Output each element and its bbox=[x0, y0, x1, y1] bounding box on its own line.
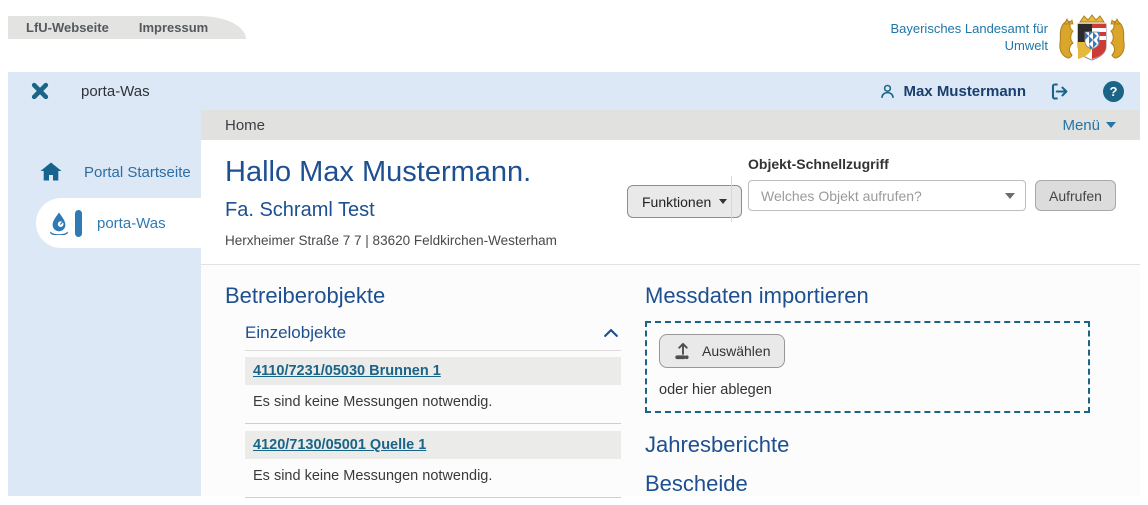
sidebar: Portal Startseite porta-Was bbox=[8, 110, 201, 496]
upload-icon bbox=[673, 341, 693, 361]
agency-name: Bayerisches Landesamt für Umwelt bbox=[890, 21, 1048, 55]
vertical-divider bbox=[731, 176, 732, 222]
greeting-heading: Hallo Max Mustermann. bbox=[225, 156, 531, 189]
drop-hint: oder hier ablegen bbox=[659, 382, 1076, 398]
breadcrumb-home[interactable]: Home bbox=[225, 117, 265, 134]
logout-icon[interactable] bbox=[1048, 81, 1069, 102]
quick-access-label: Objekt-Schnellzugriff bbox=[748, 156, 1116, 172]
main-area: Home Menü Hallo Max Mustermann. Fa. Schr… bbox=[201, 110, 1140, 496]
breadcrumb: Home Menü bbox=[201, 110, 1140, 140]
object-list-item: 4110/7231/05030 Brunnen 1 Es sind keine … bbox=[245, 357, 621, 424]
quick-access-row: Aufrufen bbox=[748, 180, 1116, 211]
app-bar: porta-Was Max Mustermann ? bbox=[8, 72, 1140, 110]
body-row: Portal Startseite porta-Was Home bbox=[8, 110, 1140, 496]
single-objects-title: Einzelobjekte bbox=[245, 323, 346, 343]
impressum-link[interactable]: Impressum bbox=[139, 20, 208, 35]
select-file-button[interactable]: Auswählen bbox=[659, 334, 785, 368]
top-strip: LfU-Webseite Impressum Bayerisches Lande… bbox=[8, 0, 1140, 72]
help-icon[interactable]: ? bbox=[1103, 81, 1124, 102]
object-select-input[interactable] bbox=[759, 187, 1005, 205]
import-panel: Messdaten importieren Auswählen oder hie… bbox=[645, 277, 1090, 505]
object-link-bar: 4110/7231/05030 Brunnen 1 bbox=[245, 357, 621, 385]
app-title: porta-Was bbox=[81, 83, 150, 100]
call-button[interactable]: Aufrufen bbox=[1035, 180, 1116, 211]
app-frame: LfU-Webseite Impressum Bayerisches Lande… bbox=[8, 0, 1140, 496]
close-icon[interactable] bbox=[30, 81, 50, 101]
object-link-bar: 4120/7130/05001 Quelle 1 bbox=[245, 431, 621, 459]
sidebar-item-label: Portal Startseite bbox=[84, 164, 191, 181]
chevron-down-icon bbox=[1005, 193, 1015, 199]
functions-button[interactable]: Funktionen bbox=[627, 185, 742, 218]
functions-button-label: Funktionen bbox=[642, 194, 711, 210]
object-select-combobox[interactable] bbox=[748, 180, 1026, 211]
object-list-item: 4120/7130/05001 Quelle 1 Es sind keine M… bbox=[245, 431, 621, 498]
object-status: Es sind keine Messungen notwendig. bbox=[253, 468, 621, 484]
lfu-website-link[interactable]: LfU-Webseite bbox=[26, 20, 109, 35]
user-name: Max Mustermann bbox=[903, 83, 1026, 100]
object-link[interactable]: 4110/7231/05030 Brunnen 1 bbox=[253, 363, 441, 379]
company-address: Herxheimer Straße 7 7 | 83620 Feldkirche… bbox=[225, 233, 557, 248]
welcome-section: Hallo Max Mustermann. Fa. Schraml Test H… bbox=[201, 140, 1140, 265]
object-status: Es sind keine Messungen notwendig. bbox=[253, 394, 621, 410]
object-quick-access: Objekt-Schnellzugriff Aufrufen bbox=[748, 156, 1116, 211]
import-title: Messdaten importieren bbox=[645, 283, 1090, 309]
user-icon bbox=[878, 82, 897, 101]
select-file-label: Auswählen bbox=[702, 343, 771, 359]
menu-label: Menü bbox=[1062, 117, 1100, 134]
object-link[interactable]: 4120/7130/05001 Quelle 1 bbox=[253, 437, 426, 453]
home-icon bbox=[38, 160, 64, 184]
operator-objects-panel: Betreiberobjekte Einzelobjekte 4110/7231… bbox=[225, 277, 623, 505]
single-objects-header[interactable]: Einzelobjekte bbox=[245, 323, 621, 351]
content-columns: Betreiberobjekte Einzelobjekte 4110/7231… bbox=[201, 265, 1140, 505]
list-divider bbox=[245, 497, 621, 498]
operator-objects-title: Betreiberobjekte bbox=[225, 283, 623, 309]
sidebar-item-label: porta-Was bbox=[97, 215, 166, 232]
porta-was-icon bbox=[46, 211, 72, 235]
menu-dropdown[interactable]: Menü bbox=[1062, 117, 1116, 134]
bavaria-coat-of-arms bbox=[1054, 10, 1130, 62]
annual-reports-title: Jahresberichte bbox=[645, 432, 1090, 458]
porta-was-icon-bar bbox=[75, 210, 82, 237]
sidebar-item-portal-startseite[interactable]: Portal Startseite bbox=[8, 152, 201, 192]
chevron-up-icon[interactable] bbox=[601, 323, 621, 343]
chevron-down-icon bbox=[1106, 122, 1116, 128]
company-name: Fa. Schraml Test bbox=[225, 199, 375, 222]
external-links-bar: LfU-Webseite Impressum bbox=[8, 16, 246, 39]
sidebar-item-porta-was[interactable]: porta-Was bbox=[36, 198, 201, 248]
file-dropzone[interactable]: Auswählen oder hier ablegen bbox=[645, 321, 1090, 413]
chevron-down-icon bbox=[719, 199, 727, 204]
list-divider bbox=[245, 423, 621, 424]
notices-title: Bescheide bbox=[645, 471, 1090, 497]
user-menu[interactable]: Max Mustermann bbox=[878, 82, 1026, 101]
single-objects-group: Einzelobjekte 4110/7231/05030 Brunnen 1 … bbox=[245, 323, 621, 498]
